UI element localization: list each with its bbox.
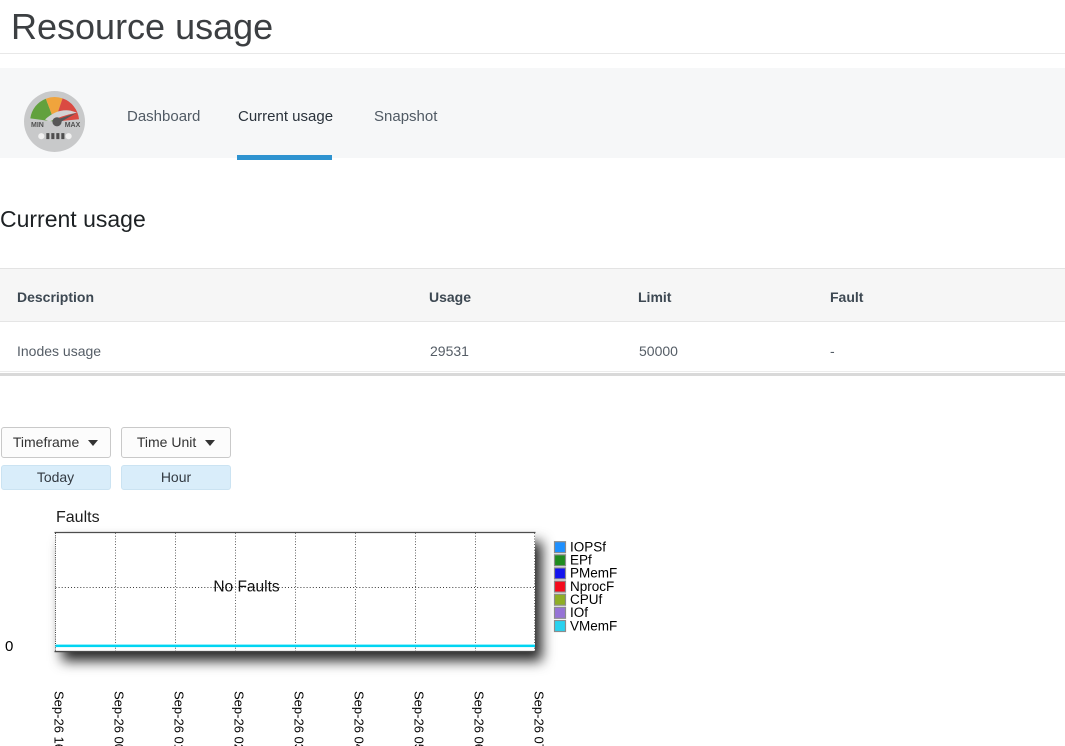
svg-text:Sep-26 04:00: Sep-26 04:00	[352, 691, 367, 746]
svg-text:MAX: MAX	[65, 122, 81, 129]
svg-text:Sep-26 16:00: Sep-26 16:00	[52, 691, 67, 746]
svg-text:Sep-26 07:00: Sep-26 07:00	[532, 691, 547, 746]
svg-text:VMemF: VMemF	[570, 618, 617, 633]
svg-text:No Faults: No Faults	[213, 579, 280, 596]
svg-text:MIN: MIN	[31, 122, 44, 129]
svg-text:Sep-26 03:00: Sep-26 03:00	[292, 691, 307, 746]
svg-text:Faults: Faults	[56, 509, 100, 526]
svg-text:Sep-26 05:00: Sep-26 05:00	[412, 691, 427, 746]
svg-text:0: 0	[5, 638, 13, 655]
svg-text:Sep-26 00:00: Sep-26 00:00	[112, 691, 127, 746]
svg-text:Sep-26 01:00: Sep-26 01:00	[172, 691, 187, 746]
svg-text:Sep-26 02:00: Sep-26 02:00	[232, 691, 247, 746]
svg-text:Sep-26 06:00: Sep-26 06:00	[472, 691, 487, 746]
